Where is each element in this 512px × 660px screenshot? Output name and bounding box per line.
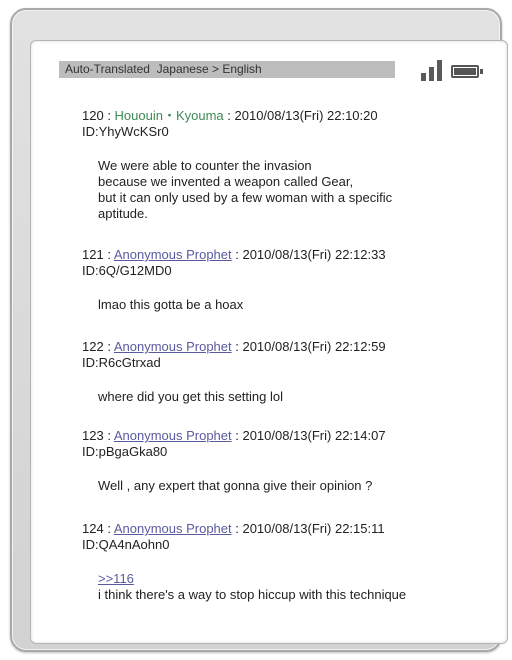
poster-name-link[interactable]: Anonymous Prophet: [114, 428, 232, 443]
device-frame: Auto-Translated Japanese > English 120 :…: [10, 8, 508, 652]
post-id: ID:6Q/G12MD0: [82, 263, 172, 278]
post-121: 121 : Anonymous Prophet : 2010/08/13(Fri…: [82, 247, 386, 313]
post-number: 121: [82, 247, 104, 262]
post-122: 122 : Anonymous Prophet : 2010/08/13(Fri…: [82, 339, 386, 405]
post-124: 124 : Anonymous Prophet : 2010/08/13(Fri…: [82, 521, 406, 603]
post-header: 124 : Anonymous Prophet : 2010/08/13(Fri…: [82, 521, 385, 536]
screen: Auto-Translated Japanese > English 120 :…: [30, 40, 508, 644]
reply-link[interactable]: >>116: [98, 571, 406, 587]
poster-name: Hououin・Kyouma: [114, 108, 224, 123]
post-header: 120 : Hououin・Kyouma : 2010/08/13(Fri) 2…: [82, 108, 378, 123]
post-number: 124: [82, 521, 104, 536]
post-line: aptitude.: [98, 206, 148, 221]
post-id: ID:YhyWcKSr0: [82, 124, 169, 139]
post-line: where did you get this setting lol: [98, 389, 283, 404]
poster-name-link[interactable]: Anonymous Prophet: [114, 339, 232, 354]
post-body: Well , any expert that gonna give their …: [98, 478, 386, 494]
post-id: ID:QA4nAohn0: [82, 537, 170, 552]
signal-icon: [421, 59, 445, 81]
post-datetime: 2010/08/13(Fri) 22:15:11: [242, 521, 385, 536]
post-line: but it can only used by a few woman with…: [98, 190, 393, 205]
post-datetime: 2010/08/13(Fri) 22:12:33: [242, 247, 386, 262]
post-body: We were able to counter the invasion bec…: [98, 158, 392, 222]
post-120: 120 : Hououin・Kyouma : 2010/08/13(Fri) 2…: [82, 108, 392, 222]
post-header: 123 : Anonymous Prophet : 2010/08/13(Fri…: [82, 428, 386, 443]
post-number: 120: [82, 108, 104, 123]
post-id: ID:R6cGtrxad: [82, 355, 161, 370]
post-number: 122: [82, 339, 104, 354]
poster-name-link[interactable]: Anonymous Prophet: [114, 247, 232, 262]
post-line: because we invented a weapon called Gear…: [98, 174, 354, 189]
post-number: 123: [82, 428, 104, 443]
post-header: 121 : Anonymous Prophet : 2010/08/13(Fri…: [82, 247, 386, 262]
post-datetime: 2010/08/13(Fri) 22:14:07: [242, 428, 386, 443]
post-line: lmao this gotta be a hoax: [98, 297, 244, 312]
post-datetime: 2010/08/13(Fri) 22:10:20: [234, 108, 378, 123]
battery-icon: [451, 65, 483, 78]
poster-name-link[interactable]: Anonymous Prophet: [114, 521, 232, 536]
post-body: where did you get this setting lol: [98, 389, 386, 405]
post-body: lmao this gotta be a hoax: [98, 297, 386, 313]
post-line: i think there's a way to stop hiccup wit…: [98, 587, 407, 602]
post-line: We were able to counter the invasion: [98, 158, 312, 173]
post-header: 122 : Anonymous Prophet : 2010/08/13(Fri…: [82, 339, 386, 354]
post-body: >>116 i think there's a way to stop hicc…: [98, 571, 406, 603]
post-line: Well , any expert that gonna give their …: [98, 478, 373, 493]
post-id: ID:pBgaGka80: [82, 444, 168, 459]
post-datetime: 2010/08/13(Fri) 22:12:59: [242, 339, 386, 354]
translation-status-bar: Auto-Translated Japanese > English: [59, 61, 395, 78]
post-123: 123 : Anonymous Prophet : 2010/08/13(Fri…: [82, 428, 386, 494]
